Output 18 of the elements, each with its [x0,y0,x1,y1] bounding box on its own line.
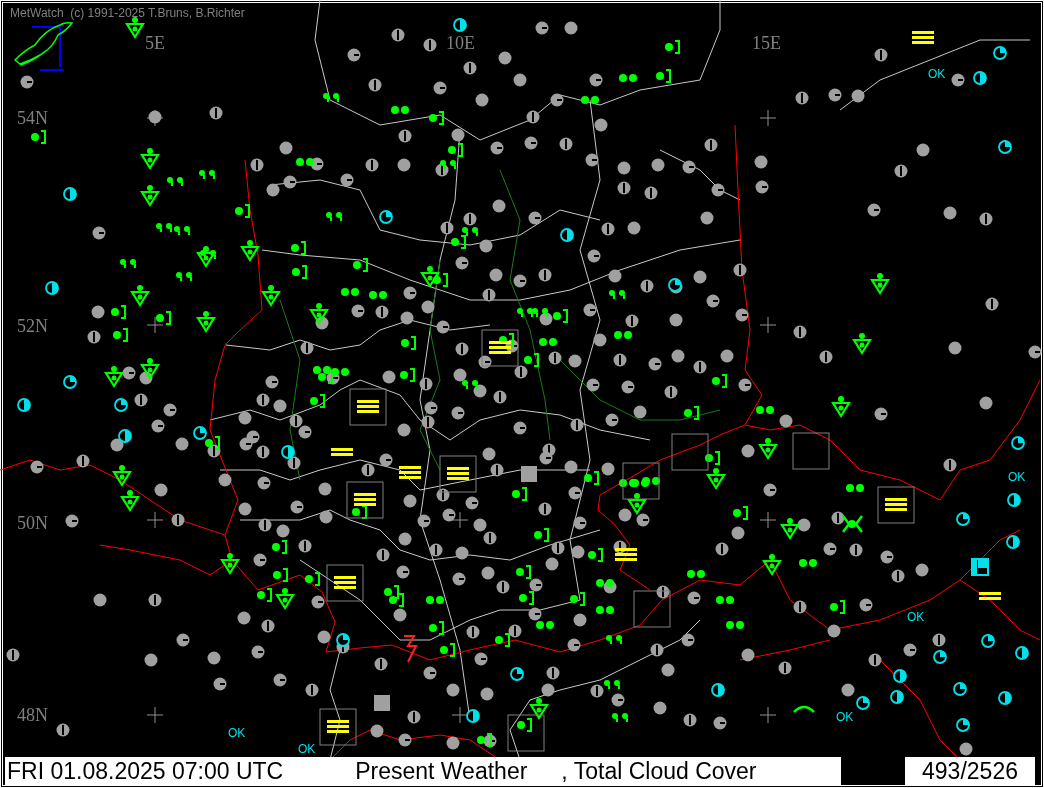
longitude-label: 15E [752,34,781,52]
status-label: OK [928,68,946,80]
latitude-label: 52N [17,317,48,335]
app-title: MetWatch (c) 1991-2025 T.Bruns, B.Richter [10,7,245,19]
station-count-label: 493/2526 [922,759,1018,783]
latitude-label: 48N [17,706,48,724]
latitude-label: 54N [17,109,48,127]
longitude-label: 10E [446,34,475,52]
latitude-label: 50N [17,514,48,532]
longitude-label: 5E [145,34,165,52]
parameter-label: , Total Cloud Cover [561,759,757,783]
status-label: OK [298,743,316,755]
parameter-label: Present Weather [355,759,528,783]
status-label: OK [836,711,854,723]
status-label: OK [1008,471,1026,483]
date-time-label: FRI 01.08.2025 07:00 UTC [7,759,284,783]
status-label: OK [907,611,925,623]
status-label: OK [228,727,246,739]
